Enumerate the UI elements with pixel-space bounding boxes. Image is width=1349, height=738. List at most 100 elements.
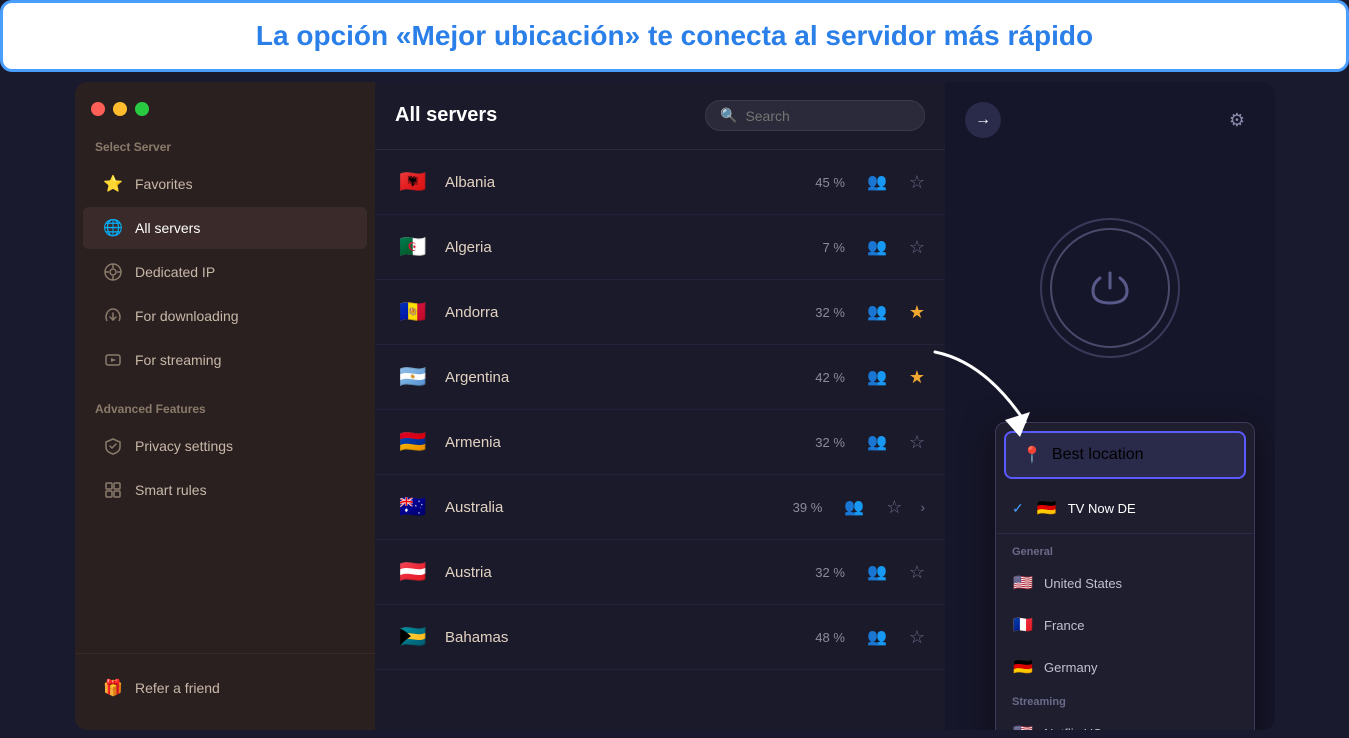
sidebar-label-all-servers: All servers — [135, 220, 200, 236]
streaming-icon — [103, 350, 123, 370]
shield-icon — [103, 436, 123, 456]
sidebar-item-streaming[interactable]: For streaming — [83, 339, 367, 381]
flag-australia: 🇦🇺 — [395, 489, 431, 525]
dedicated-icon — [103, 262, 123, 282]
advanced-features-label: Advanced Features — [75, 394, 375, 424]
sidebar-label-favorites: Favorites — [135, 176, 193, 192]
people-icon: 👥 — [867, 367, 887, 387]
sidebar-label-smart-rules: Smart rules — [135, 482, 207, 498]
sidebar: Select Server ⭐ Favorites 🌐 All servers … — [75, 82, 375, 730]
star-bahamas[interactable]: ☆ — [909, 627, 925, 648]
server-name-australia: Australia — [445, 499, 779, 516]
server-load-australia: 39 % — [793, 500, 823, 515]
best-location-button[interactable]: 📍 Best location — [1004, 431, 1246, 479]
power-button-ring[interactable] — [1040, 218, 1180, 358]
people-icon: 👥 — [867, 432, 887, 452]
arrow-right-icon: → — [975, 111, 991, 129]
star-algeria[interactable]: ☆ — [909, 237, 925, 258]
server-name-austria: Austria — [445, 564, 801, 581]
pin-icon: 📍 — [1022, 445, 1042, 465]
netflix-label: Netflix US — [1044, 726, 1102, 731]
server-name-argentina: Argentina — [445, 369, 801, 386]
chevron-right-icon: › — [920, 499, 925, 515]
right-panel: → ⚙ — [945, 82, 1275, 730]
sidebar-label-downloading: For downloading — [135, 308, 239, 324]
star-australia[interactable]: ☆ — [886, 497, 902, 518]
maximize-button[interactable] — [135, 102, 149, 116]
sidebar-item-favorites[interactable]: ⭐ Favorites — [83, 163, 367, 205]
flag-bahamas: 🇧🇸 — [395, 619, 431, 655]
sidebar-label-streaming: For streaming — [135, 352, 221, 368]
search-input[interactable] — [745, 108, 910, 124]
checkmark-icon: ✓ — [1012, 500, 1024, 517]
power-icon — [1085, 263, 1135, 313]
minimize-button[interactable] — [113, 102, 127, 116]
server-load-albania: 45 % — [815, 175, 845, 190]
server-row-argentina[interactable]: 🇦🇷 Argentina 42 % 👥 ★ — [375, 345, 945, 410]
server-row-armenia[interactable]: 🇦🇲 Armenia 32 % 👥 ☆ — [375, 410, 945, 475]
us-label: United States — [1044, 576, 1122, 591]
server-load-armenia: 32 % — [815, 435, 845, 450]
smart-rules-icon — [103, 480, 123, 500]
sidebar-item-refer[interactable]: 🎁 Refer a friend — [83, 667, 367, 709]
server-row-albania[interactable]: 🇦🇱 Albania 45 % 👥 ☆ — [375, 150, 945, 215]
flag-netflix: 🇺🇸 — [1012, 722, 1034, 730]
germany-label: Germany — [1044, 660, 1097, 675]
sidebar-item-smart-rules[interactable]: Smart rules — [83, 469, 367, 511]
people-icon: 👥 — [844, 497, 864, 517]
people-icon: 👥 — [867, 627, 887, 647]
server-row-austria[interactable]: 🇦🇹 Austria 32 % 👥 ☆ — [375, 540, 945, 605]
star-andorra[interactable]: ★ — [909, 302, 925, 323]
dropdown-item-france[interactable]: 🇫🇷 France — [996, 604, 1254, 646]
select-server-label: Select Server — [75, 132, 375, 162]
server-row-australia[interactable]: 🇦🇺 Australia 39 % 👥 ☆ › — [375, 475, 945, 540]
server-row-bahamas[interactable]: 🇧🇸 Bahamas 48 % 👥 ☆ — [375, 605, 945, 670]
navigate-button[interactable]: → — [965, 102, 1001, 138]
server-panel: All servers 🔍 🇦🇱 Albania 45 % 👥 ☆ 🇩🇿 Alg… — [375, 82, 945, 730]
sidebar-item-all-servers[interactable]: 🌐 All servers — [83, 207, 367, 249]
server-row-algeria[interactable]: 🇩🇿 Algeria 7 % 👥 ☆ — [375, 215, 945, 280]
top-banner: La opción «Mejor ubicación» te conecta a… — [0, 0, 1349, 72]
people-icon: 👥 — [867, 562, 887, 582]
sidebar-item-privacy[interactable]: Privacy settings — [83, 425, 367, 467]
flag-andorra: 🇦🇩 — [395, 294, 431, 330]
server-row-andorra[interactable]: 🇦🇩 Andorra 32 % 👥 ★ — [375, 280, 945, 345]
star-argentina[interactable]: ★ — [909, 367, 925, 388]
sidebar-item-downloading[interactable]: For downloading — [83, 295, 367, 337]
search-box[interactable]: 🔍 — [705, 100, 925, 131]
gift-icon: 🎁 — [103, 678, 123, 698]
best-location-label: Best location — [1052, 446, 1144, 464]
streaming-section-label: Streaming — [996, 688, 1254, 712]
dropdown-item-netflix[interactable]: 🇺🇸 Netflix US — [996, 712, 1254, 730]
server-load-argentina: 42 % — [815, 370, 845, 385]
dropdown-item-germany[interactable]: 🇩🇪 Germany — [996, 646, 1254, 688]
server-list: 🇦🇱 Albania 45 % 👥 ☆ 🇩🇿 Algeria 7 % 👥 ☆ 🇦… — [375, 150, 945, 730]
dropdown-item-tv-now-de[interactable]: ✓ 🇩🇪 TV Now DE — [996, 487, 1254, 529]
star-armenia[interactable]: ☆ — [909, 432, 925, 453]
search-icon: 🔍 — [720, 107, 737, 124]
flag-armenia: 🇦🇲 — [395, 424, 431, 460]
flag-de: 🇩🇪 — [1036, 497, 1058, 519]
settings-button[interactable]: ⚙ — [1219, 102, 1255, 138]
power-button-inner[interactable] — [1050, 228, 1170, 348]
people-icon: 👥 — [867, 302, 887, 322]
tv-now-de-label: TV Now DE — [1068, 501, 1136, 516]
server-panel-header: All servers 🔍 — [375, 82, 945, 150]
dropdown-overlay: 📍 Best location ✓ 🇩🇪 TV Now DE General 🇺… — [995, 422, 1255, 730]
app-container: Select Server ⭐ Favorites 🌐 All servers … — [75, 82, 1275, 730]
traffic-lights — [75, 102, 375, 132]
general-section-label: General — [996, 538, 1254, 562]
dropdown-item-us[interactable]: 🇺🇸 United States — [996, 562, 1254, 604]
download-icon — [103, 306, 123, 326]
globe-icon: 🌐 — [103, 218, 123, 238]
flag-us: 🇺🇸 — [1012, 572, 1034, 594]
people-icon: 👥 — [867, 237, 887, 257]
server-load-andorra: 32 % — [815, 305, 845, 320]
star-albania[interactable]: ☆ — [909, 172, 925, 193]
france-label: France — [1044, 618, 1084, 633]
star-austria[interactable]: ☆ — [909, 562, 925, 583]
sidebar-item-dedicated-ip[interactable]: Dedicated IP — [83, 251, 367, 293]
close-button[interactable] — [91, 102, 105, 116]
star-icon: ⭐ — [103, 174, 123, 194]
flag-de-2: 🇩🇪 — [1012, 656, 1034, 678]
